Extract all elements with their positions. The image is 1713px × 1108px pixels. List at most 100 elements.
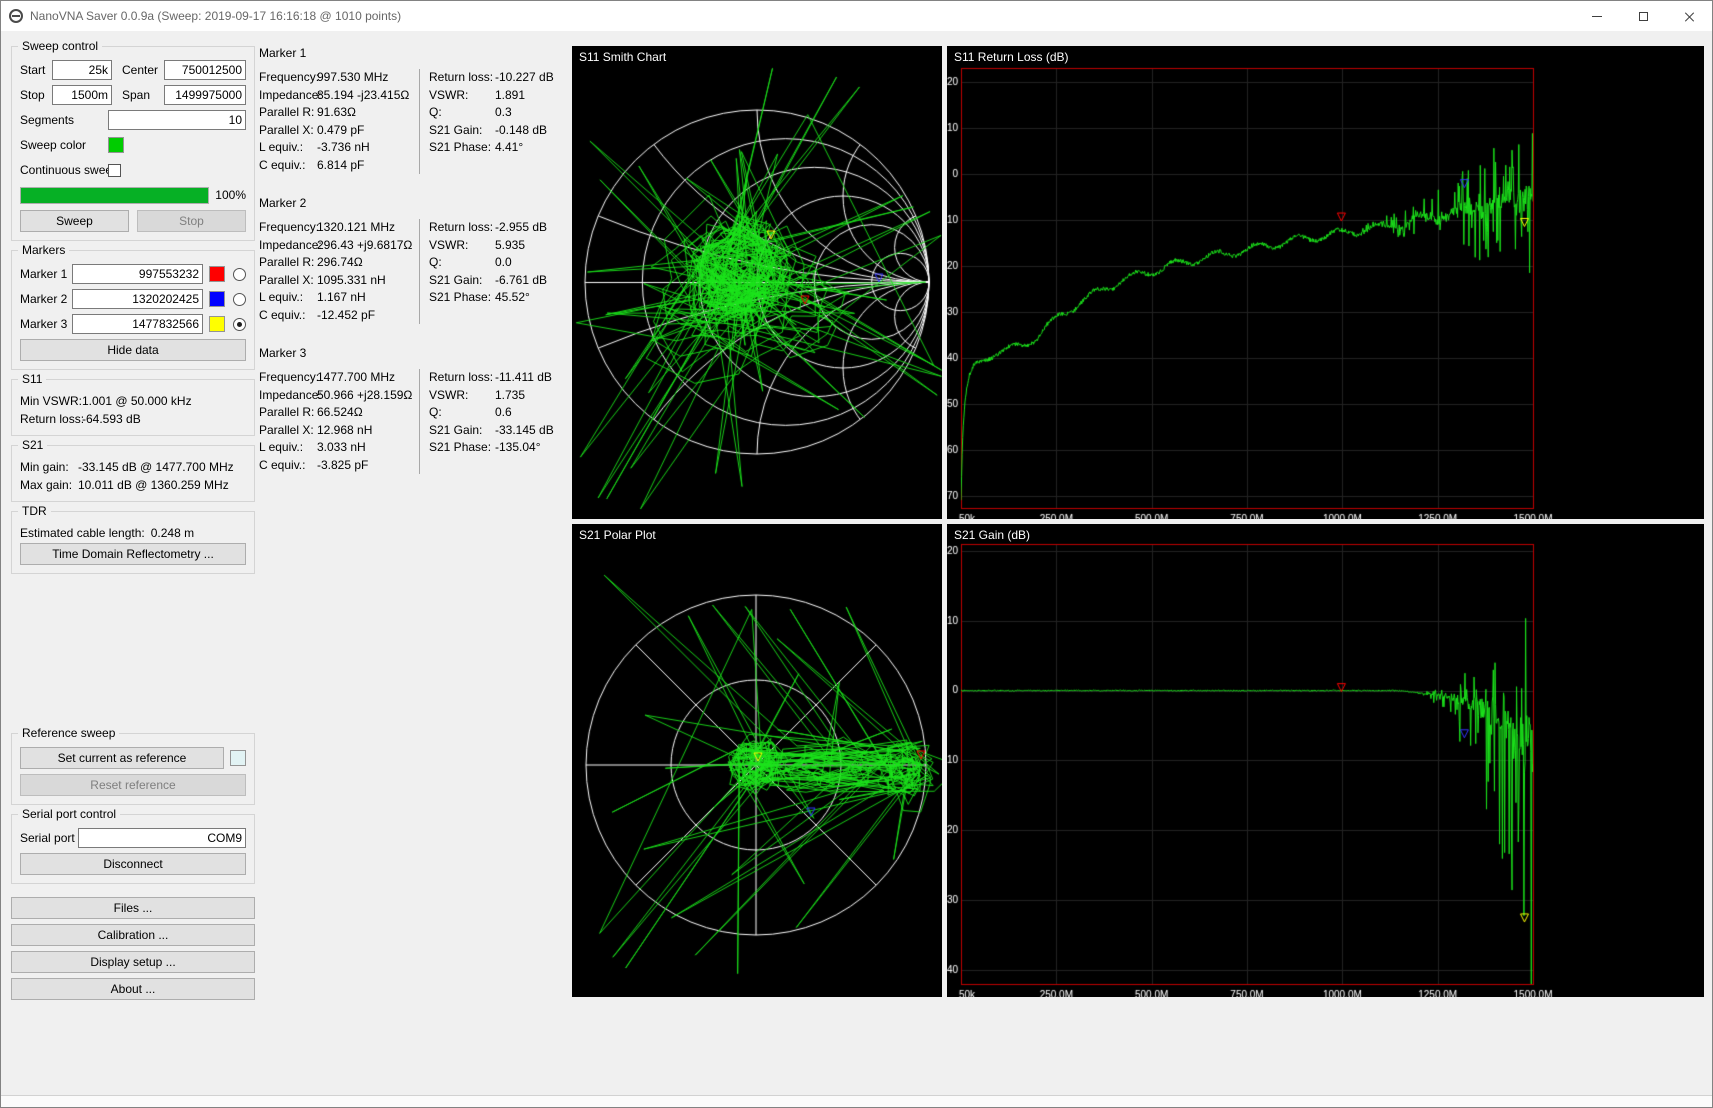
parallel-r-row: Parallel R:66.524Ω: [259, 404, 419, 422]
sweep-progress-bar: [20, 187, 209, 204]
c-equiv-row: C equiv.:-3.825 pF: [259, 457, 419, 475]
marker-1-radio[interactable]: [233, 268, 246, 281]
parallel-x-label: Parallel X:: [259, 122, 317, 140]
stop-input[interactable]: [52, 85, 112, 105]
span-label: Span: [122, 88, 164, 102]
status-strip: [1, 1095, 1712, 1107]
marker-2-radio[interactable]: [233, 293, 246, 306]
return-loss-value: -2.955 dB: [495, 219, 547, 237]
continuous-sweep-checkbox[interactable]: [108, 164, 121, 177]
set-reference-button[interactable]: Set current as reference: [20, 747, 224, 769]
s21-phase-value: 4.41°: [495, 139, 523, 157]
marker-details-title: Marker 3: [259, 346, 567, 360]
disconnect-button[interactable]: Disconnect: [20, 853, 246, 875]
marker-1-color-button[interactable]: [209, 266, 225, 282]
parallel-x-label: Parallel X:: [259, 422, 317, 440]
display-setup-button[interactable]: Display setup ...: [11, 951, 255, 973]
s11-return-loss-chart-canvas[interactable]: [947, 46, 1704, 519]
maximize-icon: [1639, 12, 1648, 21]
return-loss-value: -10.227 dB: [495, 69, 554, 87]
close-button[interactable]: [1666, 1, 1712, 31]
return-loss-label: Return loss:: [429, 69, 495, 87]
window-title: NanoVNA Saver 0.0.9a (Sweep: 2019-09-17 …: [30, 9, 401, 23]
stop-label: Stop: [20, 88, 52, 102]
sweep-button[interactable]: Sweep: [20, 210, 129, 232]
about-button[interactable]: About ...: [11, 978, 255, 1000]
serial-port-input[interactable]: [78, 828, 246, 848]
start-input[interactable]: [52, 60, 112, 80]
sweep-color-button[interactable]: [108, 137, 124, 153]
frequency-row: Frequency:997.530 MHz: [259, 69, 419, 87]
marker-3-color-button[interactable]: [209, 316, 225, 332]
s21-gain-label: S21 Gain:: [429, 272, 495, 290]
impedance-value: 50.966 +j28.159Ω: [317, 387, 412, 405]
marker-details-title: Marker 1: [259, 46, 567, 60]
marker-1-details: Marker 1 Frequency:997.530 MHz Impedance…: [259, 46, 567, 174]
marker-2-color-button[interactable]: [209, 291, 225, 307]
parallel-x-value: 12.968 nH: [317, 422, 372, 440]
start-center-row: Start Center: [20, 60, 246, 80]
tdr-group-title: TDR: [18, 504, 51, 519]
s21-gain-value: -6.761 dB: [495, 272, 547, 290]
s21-gain-chart-canvas[interactable]: [947, 524, 1704, 997]
frequency-label: Frequency:: [259, 369, 317, 387]
parallel-r-value: 66.524Ω: [317, 404, 363, 422]
continuous-sweep-label: Continuous sweep: [20, 163, 108, 177]
segments-row: Segments: [20, 110, 246, 130]
span-input[interactable]: [164, 85, 246, 105]
calibration-button[interactable]: Calibration ...: [11, 924, 255, 946]
marker-1-input[interactable]: [72, 264, 203, 284]
vswr-value: 1.891: [495, 87, 525, 105]
sweep-buttons-row: Sweep Stop: [20, 210, 246, 232]
c-equiv-value: -12.452 pF: [317, 307, 375, 325]
segments-input[interactable]: [108, 110, 246, 130]
s11-smith-chart-canvas[interactable]: [572, 46, 942, 519]
marker-2-row: Marker 2: [20, 289, 246, 309]
marker-1-label: Marker 1: [20, 267, 72, 281]
reference-sweep-title: Reference sweep: [18, 726, 119, 741]
center-label: Center: [122, 63, 164, 77]
marker-3-radio[interactable]: [233, 318, 246, 331]
impedance-row: Impedance:296.43 +j9.6817Ω: [259, 237, 419, 255]
impedance-label: Impedance:: [259, 87, 317, 105]
return-loss-summary-row: Return loss: -64.593 dB: [20, 411, 246, 427]
reset-reference-button[interactable]: Reset reference: [20, 774, 246, 796]
q-value: 0.0: [495, 254, 512, 272]
parallel-x-row: Parallel X:0.479 pF: [259, 122, 419, 140]
center-input[interactable]: [164, 60, 246, 80]
c-equiv-row: C equiv.:6.814 pF: [259, 157, 419, 175]
parallel-x-value: 1095.331 nH: [317, 272, 386, 290]
stop-button[interactable]: Stop: [137, 210, 246, 232]
sweep-progress-text: 100%: [215, 188, 246, 202]
c-equiv-label: C equiv.:: [259, 157, 317, 175]
s21-gain-row: S21 Gain:-6.761 dB: [429, 272, 567, 290]
return-loss-row: Return loss:-2.955 dB: [429, 219, 567, 237]
vswr-label: VSWR:: [429, 87, 495, 105]
markers-group-title: Markers: [18, 243, 69, 258]
control-sidebar: Sweep control Start Center Stop Span Seg…: [11, 46, 255, 1005]
files-button[interactable]: Files ...: [11, 897, 255, 919]
q-row: Q:0.6: [429, 404, 567, 422]
reference-color-button[interactable]: [230, 750, 246, 766]
q-label: Q:: [429, 254, 495, 272]
maximize-button[interactable]: [1620, 1, 1666, 31]
s21-polar-plot-canvas[interactable]: [572, 524, 942, 997]
marker-3-input[interactable]: [72, 314, 203, 334]
frequency-value: 1477.700 MHz: [317, 369, 395, 387]
hide-data-button[interactable]: Hide data: [20, 339, 246, 361]
marker-impedance-column: Frequency:1320.121 MHz Impedance:296.43 …: [259, 219, 419, 324]
s21-summary-group: S21 Min gain: -33.145 dB @ 1477.700 MHz …: [11, 445, 255, 502]
marker-2-label: Marker 2: [20, 292, 72, 306]
stop-span-row: Stop Span: [20, 85, 246, 105]
minimize-icon: [1592, 16, 1602, 17]
return-loss-value: -11.411 dB: [495, 369, 552, 387]
s11-smith-chart: S11 Smith Chart: [572, 46, 942, 519]
s21-summary-title: S21: [18, 438, 47, 453]
frequency-value: 997.530 MHz: [317, 69, 388, 87]
minimize-button[interactable]: [1574, 1, 1620, 31]
parallel-x-value: 0.479 pF: [317, 122, 364, 140]
tdr-button[interactable]: Time Domain Reflectometry ...: [20, 543, 246, 565]
marker-details-title: Marker 2: [259, 196, 567, 210]
c-equiv-row: C equiv.:-12.452 pF: [259, 307, 419, 325]
marker-2-input[interactable]: [72, 289, 203, 309]
